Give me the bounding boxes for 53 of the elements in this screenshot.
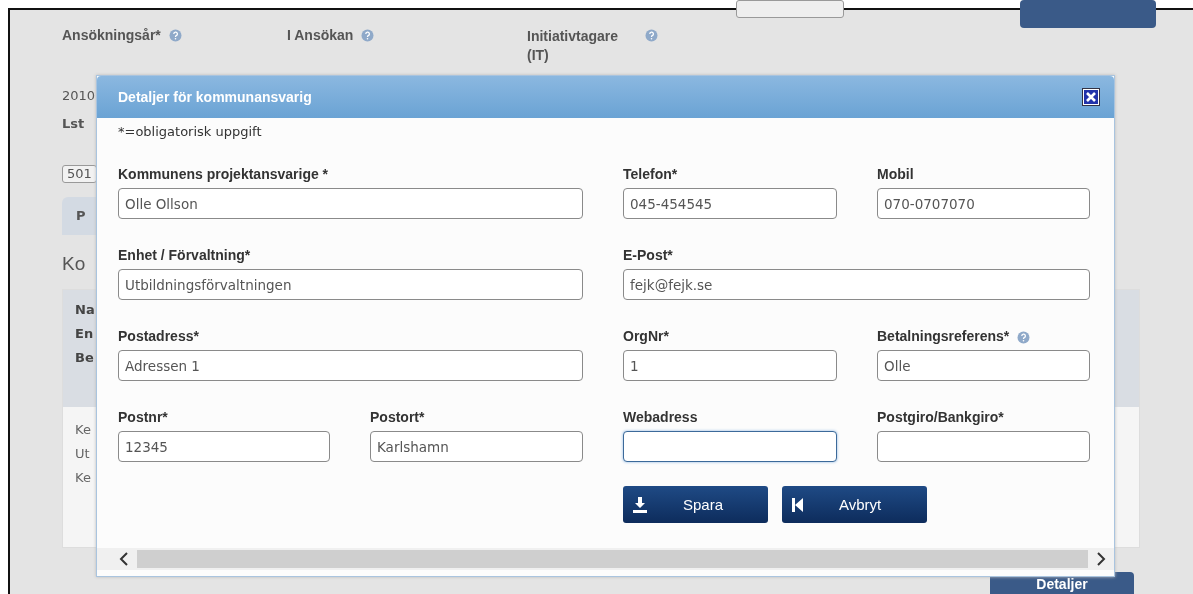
field-label: Postgiro/Bankgiro* (877, 409, 1004, 425)
cancel-button[interactable]: Avbryt (782, 486, 927, 523)
input-field[interactable]: Adressen 1 (118, 350, 583, 381)
table-cell-text: Ut (75, 445, 90, 463)
field-label: Lst (62, 116, 85, 132)
field-label: Webadress (623, 409, 698, 425)
save-button[interactable]: Spara (623, 486, 768, 523)
field-label: Mobil (877, 166, 914, 182)
scroll-left-icon[interactable] (119, 552, 129, 566)
field-label: I Ansökan (287, 27, 354, 43)
scrollbar[interactable] (97, 548, 1114, 570)
field-label: Initiativtagare (IT) (527, 27, 620, 65)
input-field[interactable] (877, 431, 1090, 462)
skip-back-icon (792, 497, 803, 512)
field-label: Postnr* (118, 409, 168, 425)
close-icon (1083, 89, 1099, 105)
field-label: Kommunens projektansvarige * (118, 166, 329, 182)
table-header: En (75, 325, 94, 343)
input-field[interactable] (736, 0, 844, 18)
field-label: OrgNr* (623, 328, 669, 344)
table-cell-text: Ke (75, 421, 91, 439)
input-field[interactable]: Olle (877, 350, 1090, 381)
scroll-right-icon[interactable] (1096, 552, 1106, 566)
table-header: Be (75, 349, 94, 367)
input-field[interactable]: fejk@fejk.se (623, 269, 1090, 300)
input-field[interactable]: 1 (623, 350, 837, 381)
dialog-title: Detaljer för kommunansvarig (118, 89, 312, 105)
field-label: Betalningsreferens* (877, 328, 1010, 344)
table-cell-text: Ke (75, 469, 91, 487)
section-heading: Ko (62, 253, 86, 275)
table-header: Na (75, 301, 95, 319)
input-field[interactable]: Karlshamn (370, 431, 583, 462)
input-field[interactable]: Utbildningsförvaltningen (118, 269, 583, 300)
field-label: Enhet / Förvaltning* (118, 247, 251, 263)
input-field[interactable]: 12345 (118, 431, 330, 462)
input-field[interactable]: 045-454545 (623, 188, 837, 219)
input-field[interactable]: 070-0707070 (877, 188, 1090, 219)
field-label: Telefon* (623, 166, 678, 182)
field-label: Postadress* (118, 328, 199, 344)
help-icon[interactable] (168, 29, 182, 42)
input-field[interactable]: 501 (62, 165, 97, 183)
close-button[interactable] (1082, 88, 1100, 106)
help-icon[interactable] (1017, 330, 1031, 344)
input-field[interactable] (623, 431, 837, 462)
field-label: E-Post* (623, 247, 673, 263)
help-icon[interactable] (361, 29, 375, 42)
field-label: Postort* (370, 409, 425, 425)
field-label: Ansökningsår* (62, 27, 161, 43)
download-icon (633, 496, 647, 513)
year-text: 2010 (62, 88, 96, 104)
required-note: *=obligatorisk uppgift (118, 124, 263, 139)
input-field[interactable]: Olle Ollson (118, 188, 583, 219)
help-icon[interactable] (645, 29, 658, 42)
